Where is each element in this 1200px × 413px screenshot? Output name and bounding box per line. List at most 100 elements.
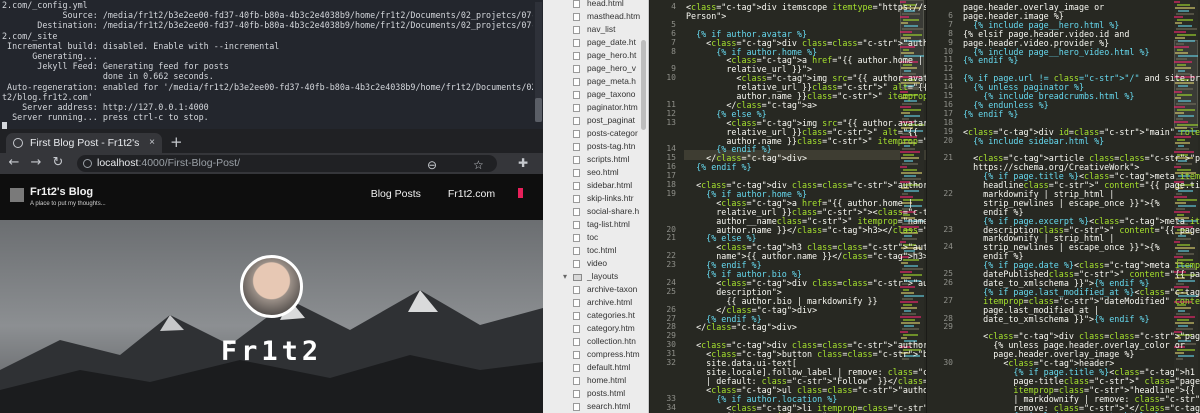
line-number: 11 <box>943 55 953 65</box>
file-item[interactable]: search.html <box>543 400 648 413</box>
forward-arrow-icon[interactable]: → <box>28 155 44 171</box>
file-item[interactable]: archive-taxon <box>543 283 648 296</box>
code-line[interactable]: {% endif %} <box>963 55 1018 65</box>
file-label: nav_list <box>587 24 616 34</box>
file-item[interactable]: social-share.h <box>543 205 648 218</box>
file-item[interactable]: masthead.htm <box>543 10 648 23</box>
terminal-scrollbar-thumb[interactable] <box>535 98 542 122</box>
line-number: 9 <box>671 64 676 74</box>
file-item[interactable]: posts.html <box>543 387 648 400</box>
terminal-line: t2/blog.fr1t2.com' <box>2 91 93 102</box>
code-line[interactable]: {% endif %} <box>963 109 1018 119</box>
file-item[interactable]: seo.html <box>543 166 648 179</box>
reload-icon[interactable]: ↻ <box>50 155 66 171</box>
author-avatar <box>240 255 303 318</box>
file-item[interactable]: page_taxono <box>543 88 648 101</box>
file-item[interactable]: home.html <box>543 374 648 387</box>
line-number: 13 <box>943 73 953 83</box>
star-icon[interactable]: ☆ <box>473 157 484 174</box>
file-icon <box>573 156 580 164</box>
address-bar[interactable]: localhost:4000/First-Blog-Post/ ⊖ ☆ <box>77 155 497 172</box>
code-line[interactable]: {% endif %} <box>686 162 751 172</box>
file-icon <box>573 65 580 73</box>
code-line[interactable]: Person"> <box>686 11 726 21</box>
new-tab-button[interactable]: + <box>170 132 183 152</box>
file-label: home.html <box>587 375 627 385</box>
site-logo[interactable] <box>10 188 24 202</box>
code-line[interactable]: </class="c-tag">div> <box>686 322 797 332</box>
file-icon <box>573 286 580 294</box>
nav-menu-edge[interactable] <box>518 188 523 198</box>
file-label: paginator.htm <box>587 102 638 112</box>
file-item[interactable]: default.html <box>543 361 648 374</box>
file-item[interactable]: posts-categor <box>543 127 648 140</box>
file-item[interactable]: collection.htn <box>543 335 648 348</box>
extensions-icon[interactable]: ✚ <box>518 155 528 172</box>
chevron-down-icon[interactable]: ▾ <box>563 270 567 283</box>
file-tree[interactable]: head.html masthead.htm nav_list page_date.h… <box>543 0 649 413</box>
editor-pane-left[interactable]: 4 5 6 7 8 9 10 11 12 13 14 15 16 17 18 19 20 21 22 23 24 25 26… <box>650 0 926 413</box>
nav-link-fr1t2[interactable]: Fr1t2.com <box>448 188 495 200</box>
folder-item[interactable]: ▾ _layouts <box>543 270 648 283</box>
file-label: page_date.ht <box>587 37 636 47</box>
minimap[interactable] <box>1174 0 1198 413</box>
file-label: compress.htm <box>587 349 640 359</box>
terminal-line: 2.com/_config.yml <box>2 0 88 10</box>
file-label: page_hero_v <box>587 63 636 73</box>
hero-title: Fr1t2 <box>220 336 323 367</box>
nav-link-blog-posts[interactable]: Blog Posts <box>371 188 421 200</box>
file-item[interactable]: compress.htm <box>543 348 648 361</box>
file-item[interactable]: category.htm <box>543 322 648 335</box>
browser-tab[interactable]: First Blog Post - Fr1t2's Blog × <box>6 133 162 169</box>
line-number: 27 <box>943 295 953 305</box>
file-label: toc.html <box>587 245 617 255</box>
line-number: 25 <box>666 286 676 296</box>
line-number: 6 <box>671 28 676 38</box>
terminal-window[interactable]: 2.com/_config.yml Source: /media/fr1t2/b… <box>0 0 543 129</box>
file-item[interactable]: scripts.html <box>543 153 648 166</box>
terminal-line: Incremental build: disabled. Enable with… <box>2 40 280 51</box>
file-item[interactable]: categories.ht <box>543 309 648 322</box>
file-item[interactable]: page_hero.ht <box>543 49 648 62</box>
line-number: 6 <box>948 10 953 20</box>
file-icon <box>573 39 580 47</box>
file-item[interactable]: nav_list <box>543 23 648 36</box>
back-arrow-icon[interactable]: ← <box>6 155 22 171</box>
file-item[interactable]: video <box>543 257 648 270</box>
file-item[interactable]: page_date.ht <box>543 36 648 49</box>
line-number: 4 <box>671 2 676 11</box>
site-title[interactable]: Fr1t2's Blog <box>30 186 93 198</box>
code-line[interactable]: date_to_xmlschema }}">{% endif %} <box>963 314 1149 324</box>
file-item[interactable]: head.html <box>543 0 648 10</box>
file-item[interactable]: toc <box>543 231 648 244</box>
info-icon[interactable] <box>83 159 92 168</box>
terminal-line: Server running... press ctrl-c to stop. <box>2 112 209 123</box>
file-icon <box>573 0 580 8</box>
file-item[interactable]: page_meta.h <box>543 75 648 88</box>
file-icon <box>573 338 580 346</box>
file-item[interactable]: posts-tag.htn <box>543 140 648 153</box>
file-item[interactable]: tag-list.html <box>543 218 648 231</box>
code-line[interactable]: {% include sidebar.html %} <box>963 136 1104 146</box>
file-item[interactable]: archive.html <box>543 296 648 309</box>
file-item[interactable]: skip-links.htr <box>543 192 648 205</box>
line-number: 10 <box>666 73 676 83</box>
file-item[interactable]: toc.html <box>543 244 648 257</box>
line-number: 7 <box>671 37 676 47</box>
file-item[interactable]: post_paginat <box>543 114 648 127</box>
file-item[interactable]: page_hero_v <box>543 62 648 75</box>
line-number: 19 <box>666 188 676 198</box>
file-icon <box>573 91 580 99</box>
zoom-icon[interactable]: ⊖ <box>427 157 437 174</box>
line-number: 25 <box>943 269 953 278</box>
file-item[interactable]: paginator.htm <box>543 101 648 114</box>
file-icon <box>573 26 580 34</box>
line-number: 26 <box>943 277 953 287</box>
file-tree-scrollbar[interactable] <box>641 40 646 130</box>
close-tab-icon[interactable]: × <box>149 133 155 153</box>
file-item[interactable]: sidebar.html <box>543 179 648 192</box>
editor-pane-right[interactable]: 6 7 8 9 10 11 12 13 14 15 16 17 18 19 20 21 22 23 24 25 26 27… <box>926 0 1200 413</box>
terminal-scrollbar[interactable] <box>535 2 542 122</box>
terminal-line: Generating... <box>2 51 98 62</box>
file-icon <box>573 403 580 411</box>
